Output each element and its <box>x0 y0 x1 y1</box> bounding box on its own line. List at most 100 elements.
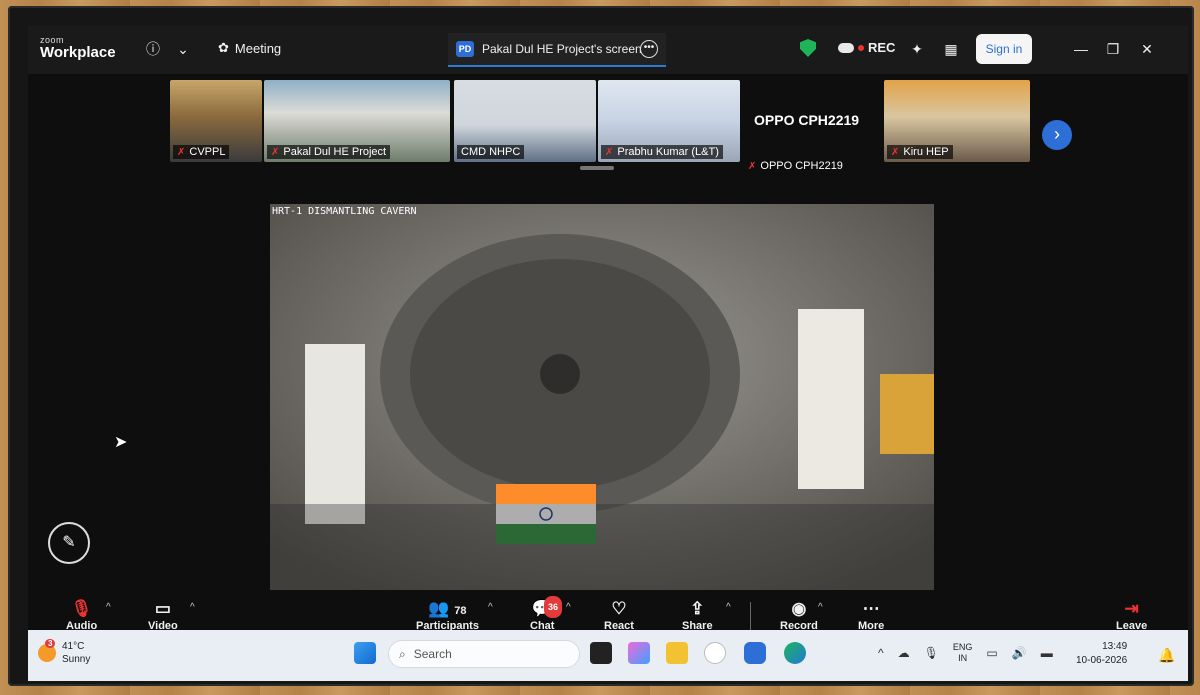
participant-tile[interactable]: ✗ Kiru HEP <box>884 80 1030 162</box>
apps-icon[interactable]: ▦ <box>942 40 960 58</box>
participant-tile[interactable]: CMD NHPC <box>454 80 596 162</box>
banner-right <box>798 309 864 489</box>
participant-label: CMD NHPC <box>457 145 525 159</box>
security-shield-icon[interactable] <box>800 39 816 57</box>
tunnel-scene <box>270 204 934 590</box>
file-explorer-icon[interactable] <box>666 642 688 664</box>
volume-icon[interactable]: 🔊 <box>1012 646 1027 660</box>
minimize-icon[interactable]: — <box>1072 40 1090 58</box>
flag-saffron <box>496 484 596 504</box>
participant-label: ✗ CVPPL <box>173 145 230 159</box>
participant-label: ✗ Pakal Dul HE Project <box>267 145 391 159</box>
language-indicator[interactable]: ENG IN <box>953 642 973 664</box>
more-options-icon[interactable]: ••• <box>640 40 658 58</box>
record-button[interactable]: ◉ Record <box>780 598 818 632</box>
next-page-button[interactable]: › <box>1042 120 1072 150</box>
participants-options-caret[interactable]: ^ <box>488 602 493 613</box>
mouse-cursor-icon: ➤ <box>114 434 128 451</box>
leave-button[interactable]: ⇥ Leave <box>1116 598 1147 632</box>
shared-screen-view: HRT-1 DISMANTLING CAVERN <box>270 204 934 590</box>
record-icon: ◉ <box>791 599 807 618</box>
taskbar-search[interactable]: ⌕ Search <box>388 640 580 668</box>
sign-in-button[interactable]: Sign in <box>976 34 1032 64</box>
weather-widget[interactable]: 3 41°C Sunny <box>38 639 91 666</box>
restore-icon[interactable]: ❐ <box>1104 40 1122 58</box>
weather-condition: Sunny <box>62 654 91 665</box>
participant-gallery: ✗ CVPPL ✗ Pakal Dul HE Project CMD NHPC ✗ P… <box>28 76 1188 172</box>
participant-label: ✗ Kiru HEP <box>887 145 953 159</box>
drag-handle[interactable] <box>580 166 614 170</box>
meeting-label: Meeting <box>234 40 282 56</box>
task-view-icon[interactable] <box>590 642 612 664</box>
copilot-icon[interactable] <box>628 642 650 664</box>
microphone-icon[interactable]: 🎙 <box>924 646 939 660</box>
rec-dot-icon <box>858 44 864 51</box>
mic-off-icon: ✗ <box>748 160 757 172</box>
system-tray: ^ ☁ 🎙 ENG IN ▭ 🔊 ▬ <box>878 642 1053 664</box>
edge-browser-icon[interactable] <box>784 642 806 664</box>
mic-off-icon: ✗ <box>605 146 614 158</box>
sparkle-icon[interactable]: ✦ <box>908 40 926 58</box>
annotate-pencil-button[interactable]: ✎ <box>48 522 90 564</box>
chat-bubble-icon: 💬 36 <box>530 596 563 620</box>
chat-button[interactable]: 💬 36 Chat <box>530 596 563 632</box>
shared-screen-tab[interactable]: PD Pakal Dul HE Project's screen ••• <box>448 33 666 67</box>
clock-date: 10-06-2026 <box>1076 655 1128 666</box>
mic-off-icon: ✗ <box>891 146 900 158</box>
paw-icon: ✿ <box>218 40 229 55</box>
share-screen-icon: ⇪ <box>690 599 705 618</box>
rec-label: REC <box>868 40 896 55</box>
participant-name-only[interactable]: OPPO CPH2219 <box>754 112 859 128</box>
recording-indicator[interactable]: REC <box>838 40 895 55</box>
cloud-off-icon[interactable]: ☁ <box>898 646 910 660</box>
leave-door-icon: ⇥ <box>1124 599 1139 618</box>
participant-tile[interactable]: ✗ CVPPL <box>170 80 262 162</box>
presenter-avatar: PD <box>456 41 474 57</box>
video-camera-icon: ▭ <box>154 599 171 618</box>
chevron-down-icon[interactable]: ⌄ <box>174 40 192 58</box>
chat-unread-badge: 36 <box>544 596 563 618</box>
more-dots-icon: ⋯ <box>862 599 880 618</box>
share-button[interactable]: ⇪ Share <box>682 598 713 632</box>
react-button[interactable]: ♡ React <box>604 598 634 632</box>
toolbar-divider <box>750 602 751 630</box>
search-icon: ⌕ <box>399 646 406 661</box>
notifications-bell-icon[interactable]: 🔔 <box>1158 646 1176 664</box>
windows-taskbar: 3 41°C Sunny ⌕ Search ^ ☁ 🎙 ENG IN ▭ 🔊 ▬… <box>28 630 1188 681</box>
chevron-up-icon[interactable]: ^ <box>878 646 884 660</box>
audio-button[interactable]: 🎙 Audio <box>66 598 97 632</box>
camera-caption: HRT-1 DISMANTLING CAVERN <box>272 206 417 217</box>
mic-off-icon: ✗ <box>177 146 186 158</box>
zoom-top-bar: zoom Workplace ⓘ ⌄ ✿ Meeting PD Pakal Du… <box>28 26 1188 74</box>
search-placeholder: Search <box>413 647 452 661</box>
video-options-caret[interactable]: ^ <box>190 602 195 613</box>
meeting-tab[interactable]: ✿ Meeting <box>218 40 281 56</box>
zoom-logo: zoom Workplace <box>40 36 116 61</box>
display-icon[interactable]: ▭ <box>986 646 997 660</box>
dell-icon[interactable] <box>704 642 726 664</box>
monitor-bezel: zoom Workplace ⓘ ⌄ ✿ Meeting PD Pakal Du… <box>8 6 1194 686</box>
audio-options-caret[interactable]: ^ <box>106 602 111 613</box>
close-icon[interactable]: ✕ <box>1138 40 1156 58</box>
battery-icon[interactable]: ▬ <box>1041 646 1053 660</box>
shared-screen-title: Pakal Dul HE Project's screen <box>482 42 642 56</box>
sun-icon: 3 <box>38 639 56 662</box>
info-icon[interactable]: ⓘ <box>144 40 162 58</box>
video-button[interactable]: ▭ Video <box>148 598 178 632</box>
participant-tile[interactable]: ✗ Pakal Dul HE Project <box>264 80 450 162</box>
participant-tile[interactable]: ✗ Prabhu Kumar (L&T) <box>598 80 740 162</box>
crowd-area <box>270 504 934 590</box>
mic-off-icon: ✗ <box>271 146 280 158</box>
chat-options-caret[interactable]: ^ <box>566 602 571 613</box>
taskbar-clock[interactable]: 13:49 10-06-2026 <box>1076 640 1127 668</box>
screen: zoom Workplace ⓘ ⌄ ✿ Meeting PD Pakal Du… <box>28 26 1188 681</box>
windows-start-icon[interactable] <box>354 642 376 664</box>
more-button[interactable]: ⋯ More <box>858 598 884 632</box>
share-options-caret[interactable]: ^ <box>726 602 731 613</box>
zoom-app-icon[interactable] <box>744 642 766 664</box>
participants-button[interactable]: 👥 78 Participants <box>416 598 479 632</box>
mic-muted-icon: 🎙 <box>70 599 93 618</box>
temperature: 41°C <box>62 641 85 652</box>
record-options-caret[interactable]: ^ <box>818 602 823 613</box>
participant-label: ✗ Prabhu Kumar (L&T) <box>601 145 723 159</box>
